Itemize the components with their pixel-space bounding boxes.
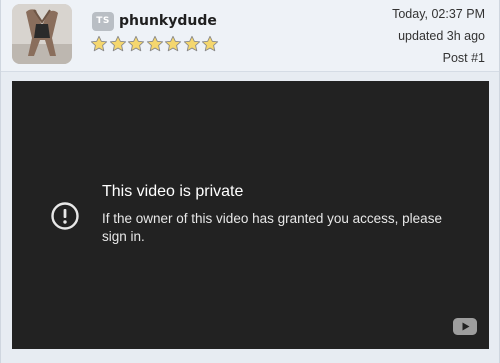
star-icon <box>90 35 108 52</box>
star-icon <box>146 35 163 52</box>
private-video-title: This video is private <box>102 183 244 200</box>
youtube-logo-icon[interactable] <box>453 318 477 335</box>
avatar-image <box>12 4 72 64</box>
post-date: Today, 02:37 PM <box>392 7 485 21</box>
star-icon <box>183 35 200 52</box>
post-header: TS phunkydude Today, 02:37 PM updated 3h… <box>1 0 499 72</box>
star-icon <box>109 35 126 52</box>
post-updated: updated 3h ago <box>398 29 485 43</box>
username-link[interactable]: phunkydude <box>119 12 217 30</box>
alert-circle-icon <box>51 202 79 230</box>
star-icon <box>201 35 219 52</box>
private-video-message: If the owner of this video has granted y… <box>102 211 442 244</box>
post-number-link[interactable]: Post #1 <box>392 50 485 72</box>
reputation-stars <box>90 35 220 53</box>
star-icon <box>127 35 145 52</box>
star-icon <box>164 35 182 52</box>
video-embed[interactable]: This video is private If the owner of th… <box>12 81 489 349</box>
rank-badge: TS <box>92 12 114 31</box>
avatar[interactable] <box>12 4 72 64</box>
post-meta: Today, 02:37 PM updated 3h ago Post #1 <box>392 6 485 72</box>
forum-post: TS phunkydude Today, 02:37 PM updated 3h… <box>0 0 500 363</box>
